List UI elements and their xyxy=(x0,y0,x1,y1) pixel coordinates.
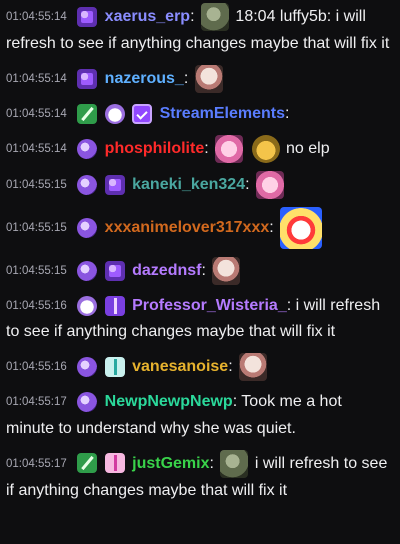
frog-emote-icon[interactable] xyxy=(220,449,249,478)
bear-badge-icon[interactable] xyxy=(104,103,125,124)
moon-badge-icon[interactable] xyxy=(77,175,98,195)
moderator-sword-badge-icon[interactable] xyxy=(77,453,98,474)
gift-badge-icon[interactable] xyxy=(104,357,125,378)
chat-message: 01:04:55:16 vanesanoise: xyxy=(6,353,394,382)
chat-message: 01:04:55:14 nazerous_: xyxy=(6,65,394,93)
pig-emote-icon[interactable] xyxy=(215,135,244,164)
username[interactable]: dazednsf xyxy=(132,262,201,279)
clown-emote-icon[interactable] xyxy=(280,207,323,250)
chat-message: 01:04:55:17 justGemix: i will refresh to… xyxy=(6,449,394,504)
moon-badge-icon[interactable] xyxy=(77,392,98,413)
timestamp: 01:04:55:15 xyxy=(6,179,67,192)
timestamp: 01:04:55:15 xyxy=(6,265,67,278)
timestamp: 01:04:55:17 xyxy=(6,457,67,470)
chat-message: 01:04:55:14 phosphilolite: no elp xyxy=(6,135,394,164)
timestamp: 01:04:55:14 xyxy=(6,73,67,85)
gift-badge-icon[interactable] xyxy=(104,296,125,316)
bear-badge-icon[interactable] xyxy=(77,296,98,316)
timestamp: 01:04:55:16 xyxy=(6,300,67,313)
moderator-sword-badge-icon[interactable] xyxy=(77,103,98,124)
chat-message: 01:04:55:14 StreamElements: xyxy=(6,103,290,124)
chat-list: 01:04:55:14 xaerus_erp: 18:04 luffy5b: i… xyxy=(0,0,400,544)
message-text: no elp xyxy=(286,140,330,158)
chat-message: 01:04:55:15 xxxanimelover317xxx: xyxy=(6,207,394,250)
chat-message: 01:04:55:17 NewpNewpNewp: Took me a hot … xyxy=(6,392,342,437)
gift-badge-icon[interactable] xyxy=(104,453,125,474)
timestamp: 01:04:55:17 xyxy=(6,396,67,409)
moon-badge-icon[interactable] xyxy=(77,139,98,159)
username[interactable]: xaerus_erp xyxy=(105,8,190,25)
face-emote-icon[interactable] xyxy=(212,257,241,286)
username[interactable]: xxxanimelover317xxx xyxy=(105,219,270,236)
hand-emote-icon[interactable] xyxy=(251,135,280,164)
username[interactable]: NewpNewpNewp xyxy=(105,394,233,411)
chat-message: 01:04:55:16 Professor_Wisteria_: i will … xyxy=(6,296,381,341)
chat-message: 01:04:55:15 kaneki_ken324: xyxy=(6,171,394,200)
username[interactable]: vanesanoise xyxy=(132,359,228,376)
chat-message: 01:04:55:14 xaerus_erp: 18:04 luffy5b: i… xyxy=(6,3,394,57)
username[interactable]: phosphilolite xyxy=(105,140,205,157)
pig-emote-icon[interactable] xyxy=(256,171,285,200)
face-emote-icon[interactable] xyxy=(194,65,223,93)
face-emote-icon[interactable] xyxy=(239,353,268,382)
frog-emote-icon[interactable] xyxy=(200,3,229,31)
subscriber-badge-icon[interactable] xyxy=(104,261,125,281)
chat-message: 01:04:55:15 dazednsf: xyxy=(6,257,394,286)
subscriber-badge-icon[interactable] xyxy=(77,6,98,27)
verified-badge-icon[interactable] xyxy=(132,103,153,124)
timestamp: 01:04:55:14 xyxy=(6,143,67,156)
timestamp: 01:04:55:16 xyxy=(6,361,67,374)
subscriber-badge-icon[interactable] xyxy=(104,175,125,195)
moon-badge-icon[interactable] xyxy=(77,261,98,281)
username[interactable]: kaneki_ken324 xyxy=(132,176,245,193)
subscriber-badge-icon[interactable] xyxy=(77,68,98,89)
username[interactable]: StreamElements xyxy=(160,105,285,122)
timestamp: 01:04:55:15 xyxy=(6,222,67,235)
moon-badge-icon[interactable] xyxy=(77,218,98,238)
username[interactable]: justGemix xyxy=(132,455,209,472)
username[interactable]: Professor_Wisteria_ xyxy=(132,297,287,314)
username[interactable]: nazerous_ xyxy=(105,70,184,87)
timestamp: 01:04:55:14 xyxy=(6,11,67,23)
moon-badge-icon[interactable] xyxy=(77,357,98,378)
timestamp: 01:04:55:14 xyxy=(6,108,67,120)
